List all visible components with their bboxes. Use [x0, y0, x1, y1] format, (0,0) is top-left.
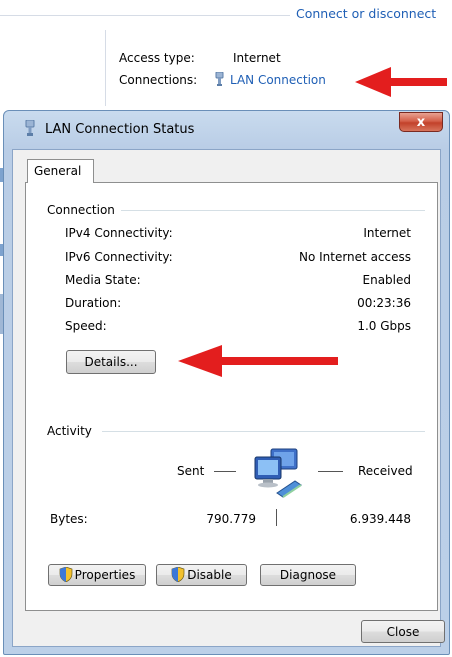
uac-shield-icon: [59, 567, 73, 582]
activity-group-heading: Activity: [47, 424, 98, 438]
lan-connection-status-dialog: LAN Connection Status x General Connecti…: [3, 110, 450, 655]
disable-button[interactable]: Disable: [156, 564, 247, 586]
plug-icon: [215, 72, 224, 86]
plug-icon: [25, 120, 35, 136]
access-type-row: Access type: Internet: [119, 51, 281, 65]
properties-button[interactable]: Properties: [48, 564, 146, 586]
access-type-value: Internet: [233, 51, 281, 65]
connect-or-disconnect-link[interactable]: Connect or disconnect: [296, 6, 436, 21]
duration-value: 00:23:36: [357, 296, 411, 310]
ipv4-label: IPv4 Connectivity:: [65, 226, 173, 240]
ipv6-label: IPv6 Connectivity:: [65, 250, 173, 264]
background-header-line: [0, 15, 290, 16]
speed-label: Speed:: [65, 319, 107, 333]
duration-label: Duration:: [65, 296, 122, 310]
sent-label: Sent: [177, 464, 205, 478]
received-line: [318, 471, 343, 472]
red-arrow-details: [178, 345, 338, 377]
close-button[interactable]: Close: [361, 620, 445, 643]
connection-group-heading: Connection: [47, 203, 121, 217]
title-bar[interactable]: LAN Connection Status x: [4, 111, 449, 147]
title-close-button[interactable]: x: [399, 112, 443, 132]
media-state-label: Media State:: [65, 273, 141, 287]
received-label: Received: [358, 464, 413, 478]
network-computers-icon: [254, 448, 302, 498]
lan-connection-link[interactable]: LAN Connection: [230, 73, 326, 87]
bytes-received-value: 6.939.448: [349, 512, 411, 526]
media-state-value: Enabled: [362, 273, 412, 287]
details-button[interactable]: Details...: [66, 350, 156, 374]
properties-label: Properties: [74, 568, 136, 582]
activity-group-line: [102, 431, 425, 432]
access-type-label: Access type:: [119, 51, 195, 65]
uac-shield-icon: [171, 567, 185, 582]
connections-label: Connections:: [119, 73, 198, 87]
connection-group-line: [121, 210, 425, 211]
bytes-label: Bytes:: [50, 512, 88, 526]
ipv4-value: Internet: [363, 226, 411, 240]
ipv6-value: No Internet access: [298, 250, 411, 264]
dialog-title: LAN Connection Status: [45, 122, 195, 137]
sent-line: [214, 471, 236, 472]
diagnose-button[interactable]: Diagnose: [260, 564, 356, 586]
red-arrow-connections: [355, 67, 447, 97]
speed-value: 1.0 Gbps: [357, 319, 411, 333]
bytes-divider: [276, 509, 277, 526]
background-divider: [105, 30, 106, 106]
disable-label: Disable: [187, 568, 232, 582]
general-tab-panel: [25, 182, 438, 611]
connections-row: Connections: LAN Connection: [119, 72, 326, 87]
bytes-sent-value: 790.779: [206, 512, 256, 526]
tab-general[interactable]: General: [27, 159, 94, 183]
